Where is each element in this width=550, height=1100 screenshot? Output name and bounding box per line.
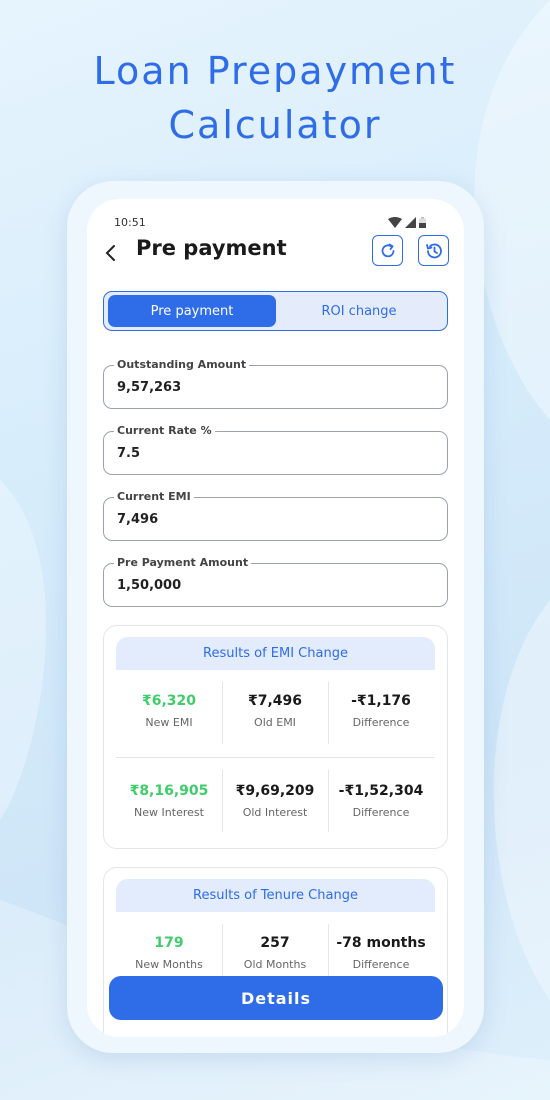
headline-line-2: Calculator — [168, 103, 382, 147]
details-button[interactable]: Details — [109, 976, 443, 1020]
phone-frame: 10:51 Pre payment Pre payment ROI change… — [67, 181, 484, 1053]
emi-difference-stat: -₹1,176 Difference — [328, 693, 434, 729]
divider — [222, 682, 223, 744]
old-interest-value: ₹9,69,209 — [235, 783, 315, 799]
months-difference-stat: -78 months Difference — [328, 935, 434, 971]
history-button[interactable] — [418, 235, 449, 266]
status-time: 10:51 — [114, 216, 146, 229]
old-months-label: Old Months — [243, 958, 307, 971]
divider — [328, 682, 329, 744]
headline-line-1: Loan Prepayment — [93, 49, 457, 93]
old-emi-value: ₹7,496 — [247, 693, 303, 709]
new-emi-label: New EMI — [145, 716, 193, 729]
chevron-left-icon — [105, 245, 115, 261]
old-months-stat: 257 Old Months — [222, 935, 328, 971]
history-icon — [425, 243, 442, 258]
outstanding-amount-value: 9,57,263 — [117, 380, 182, 395]
interest-difference-label: Difference — [352, 806, 410, 819]
back-button[interactable] — [97, 239, 125, 267]
new-interest-label: New Interest — [134, 806, 204, 819]
new-interest-stat: ₹8,16,905 New Interest — [116, 783, 222, 819]
outstanding-amount-label: Outstanding Amount — [114, 358, 250, 371]
interest-difference-stat: -₹1,52,304 Difference — [328, 783, 434, 819]
wifi-icon — [388, 217, 402, 228]
prepayment-amount-field[interactable]: Pre Payment Amount 1,50,000 — [103, 556, 448, 607]
new-emi-value: ₹6,320 — [141, 693, 197, 709]
status-icons — [388, 217, 426, 228]
divider — [116, 757, 435, 758]
new-emi-stat: ₹6,320 New EMI — [116, 693, 222, 729]
old-emi-label: Old EMI — [254, 716, 296, 729]
current-rate-label: Current Rate % — [114, 424, 215, 437]
old-interest-stat: ₹9,69,209 Old Interest — [222, 783, 328, 819]
tenure-results-title: Results of Tenure Change — [116, 879, 435, 912]
new-months-label: New Months — [135, 958, 203, 971]
promo-headline: Loan Prepayment Calculator — [0, 44, 550, 152]
current-rate-field[interactable]: Current Rate % 7.5 — [103, 424, 448, 475]
signal-icon — [405, 217, 416, 228]
mode-segmented-control: Pre payment ROI change — [103, 291, 448, 331]
new-months-value: 179 — [154, 935, 184, 951]
new-interest-value: ₹8,16,905 — [129, 783, 209, 799]
months-difference-label: Difference — [352, 958, 410, 971]
prepayment-amount-label: Pre Payment Amount — [114, 556, 252, 569]
page-title: Pre payment — [136, 236, 287, 260]
prepayment-amount-value: 1,50,000 — [117, 578, 182, 593]
emi-difference-label: Difference — [352, 716, 410, 729]
current-emi-field[interactable]: Current EMI 7,496 — [103, 490, 448, 541]
months-difference-value: -78 months — [336, 935, 426, 951]
tab-pre-payment[interactable]: Pre payment — [108, 295, 276, 327]
emi-difference-value: -₹1,176 — [351, 693, 411, 709]
tab-roi-change[interactable]: ROI change — [275, 295, 443, 327]
refresh-button[interactable] — [372, 235, 403, 266]
current-emi-value: 7,496 — [117, 512, 159, 527]
old-emi-stat: ₹7,496 Old EMI — [222, 693, 328, 729]
current-emi-label: Current EMI — [114, 490, 194, 503]
current-rate-value: 7.5 — [117, 446, 141, 461]
app-screen: 10:51 Pre payment Pre payment ROI change… — [87, 199, 464, 1037]
old-months-value: 257 — [260, 935, 290, 951]
emi-results-card: Results of EMI Change ₹6,320 New EMI ₹7,… — [103, 625, 448, 849]
outstanding-amount-field[interactable]: Outstanding Amount 9,57,263 — [103, 358, 448, 409]
old-interest-label: Old Interest — [242, 806, 308, 819]
emi-results-title: Results of EMI Change — [116, 637, 435, 670]
interest-difference-value: -₹1,52,304 — [338, 783, 424, 799]
battery-icon — [419, 217, 426, 228]
refresh-icon — [381, 243, 394, 257]
new-months-stat: 179 New Months — [116, 935, 222, 971]
